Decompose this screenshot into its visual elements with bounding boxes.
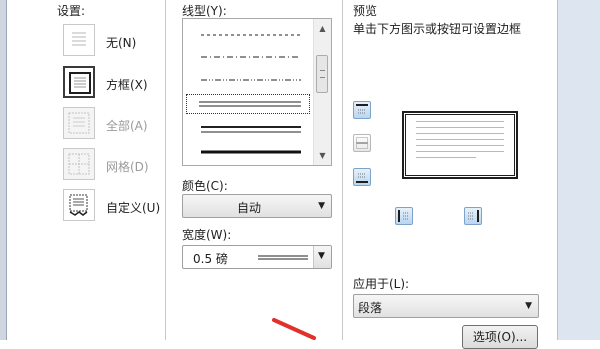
border-none-button[interactable] — [63, 24, 95, 56]
border-inside-horizontal-icon — [356, 137, 368, 149]
setting-title: 设置: — [57, 4, 86, 18]
border-grid-label: 网格(D) — [106, 160, 149, 174]
line-style-list[interactable]: ▲ ▼ — [182, 18, 332, 166]
color-dropdown[interactable]: 自动 ▼ — [182, 194, 332, 218]
apply-to-value: 段落 — [358, 301, 383, 315]
color-value: 自动 — [237, 201, 262, 215]
border-bottom-icon — [356, 173, 368, 183]
dialog-right-frame — [557, 0, 600, 340]
border-box-label: 方框(X) — [106, 78, 148, 92]
preview-hint: 单击下方图示或按钮可设置边框 — [353, 22, 522, 36]
column-divider — [165, 0, 166, 340]
border-top-icon — [356, 104, 368, 114]
border-all-icon — [68, 112, 90, 134]
border-none-label: 无(N) — [106, 36, 137, 50]
border-box-button[interactable] — [63, 66, 95, 98]
scroll-down-icon[interactable]: ▼ — [314, 148, 331, 163]
border-right-icon — [468, 210, 479, 222]
border-custom-label: 自定义(U) — [106, 201, 161, 215]
options-button[interactable]: 选项(O)... — [462, 325, 538, 349]
border-all-label: 全部(A) — [106, 119, 148, 133]
line-option-dash-dot[interactable] — [201, 50, 301, 64]
width-line-sample — [258, 255, 308, 260]
inside-horizontal-border-button[interactable] — [353, 134, 371, 152]
annotation-arrow-icon — [272, 318, 316, 340]
preview-title: 预览 — [353, 4, 378, 18]
border-custom-button[interactable] — [63, 189, 95, 221]
chevron-down-icon: ▼ — [525, 301, 532, 311]
border-grid-icon — [68, 153, 90, 175]
bottom-border-button[interactable] — [353, 168, 371, 186]
scroll-thumb[interactable] — [316, 55, 328, 93]
left-border-button[interactable] — [395, 207, 413, 225]
line-style-title: 线型(Y): — [182, 4, 227, 18]
border-preview-canvas[interactable] — [402, 111, 518, 179]
border-grid-button[interactable] — [63, 148, 95, 180]
apply-to-label: 应用于(L): — [353, 277, 410, 291]
line-option-dash-dot-dot[interactable] — [201, 73, 301, 87]
dialog-left-frame — [0, 0, 7, 340]
width-dropdown-button[interactable]: ▼ — [313, 246, 331, 268]
line-option-thick[interactable] — [201, 146, 301, 160]
width-label: 宽度(W): — [182, 228, 232, 242]
column-divider — [342, 0, 343, 340]
border-none-icon — [72, 32, 86, 46]
top-border-button[interactable] — [353, 101, 371, 119]
color-label: 颜色(C): — [182, 179, 228, 193]
border-box-icon — [69, 72, 91, 94]
border-all-button[interactable] — [63, 107, 95, 139]
width-dropdown[interactable]: 0.5 磅 ▼ — [182, 245, 332, 269]
line-option-thick-thin[interactable] — [201, 122, 301, 136]
border-left-icon — [398, 210, 409, 222]
chevron-down-icon: ▼ — [318, 251, 325, 261]
border-custom-icon — [69, 194, 88, 216]
line-option-double[interactable] — [186, 94, 310, 114]
chevron-down-icon: ▼ — [318, 201, 325, 211]
scroll-up-icon[interactable]: ▲ — [314, 21, 331, 36]
right-border-button[interactable] — [464, 207, 482, 225]
width-value: 0.5 磅 — [193, 252, 228, 266]
line-style-scrollbar[interactable]: ▲ ▼ — [313, 19, 331, 165]
apply-to-dropdown[interactable]: 段落 ▼ — [353, 294, 539, 318]
line-option-dashed[interactable] — [201, 28, 301, 42]
